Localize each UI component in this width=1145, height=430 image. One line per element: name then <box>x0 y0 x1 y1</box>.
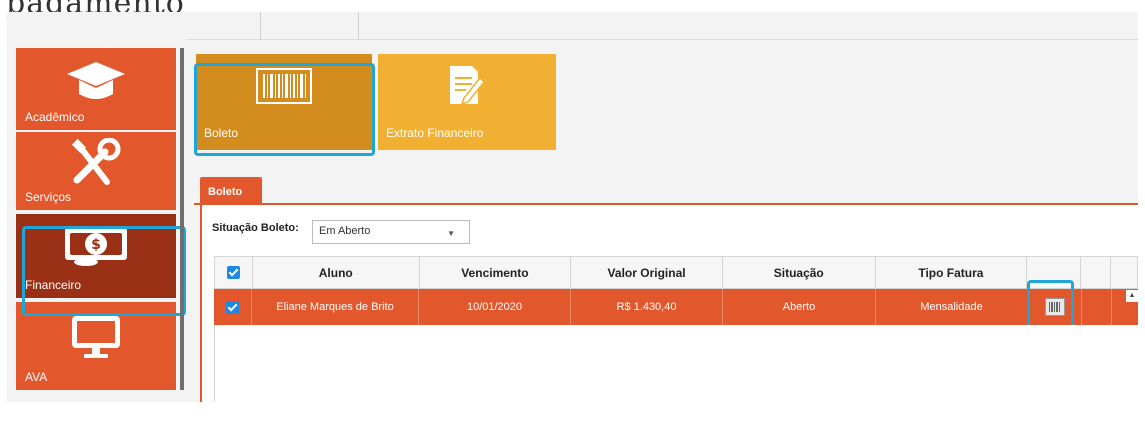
barcode-icon <box>256 68 312 104</box>
sidebar-item-label: Serviços <box>25 190 72 204</box>
screenshot-stage: pagamento Acadêmico Serviços $ Financeir… <box>0 0 1145 430</box>
column-header-valor-original[interactable]: Valor Original <box>571 257 723 288</box>
sidebar-item-label: AVA <box>25 370 48 384</box>
column-header-extra <box>1111 257 1137 288</box>
print-boleto-button[interactable] <box>1044 298 1065 316</box>
boleto-tile[interactable]: Boleto <box>196 54 372 150</box>
chevron-down-icon: ▼ <box>447 229 455 238</box>
graduation-cap-icon <box>67 62 125 99</box>
sidebar-item-academico[interactable]: Acadêmico <box>16 48 176 130</box>
sidebar-item-servicos[interactable]: Serviços <box>16 132 176 210</box>
column-header-extra <box>1081 257 1112 288</box>
sidebar-item-label: Acadêmico <box>25 110 85 124</box>
table-row[interactable]: Eliane Marques de Brito 10/01/2020 R$ 1.… <box>214 289 1138 325</box>
column-header-action <box>1027 257 1082 288</box>
sidebar-divider <box>180 48 184 390</box>
document-edit-icon <box>450 66 486 106</box>
table-empty-area <box>214 325 1138 402</box>
cell-aluno: Eliane Marques de Brito <box>252 289 419 325</box>
tab-boleto[interactable]: Boleto <box>200 177 262 204</box>
table-header: Aluno Vencimento Valor Original Situação… <box>214 256 1138 289</box>
column-header-aluno[interactable]: Aluno <box>253 257 420 288</box>
cell-vencimento: 10/01/2020 <box>419 289 571 325</box>
scroll-up-button[interactable]: ▲ <box>1126 290 1138 302</box>
select-value: Em Aberto <box>319 225 371 237</box>
sidebar-item-financeiro[interactable]: $ Financeiro <box>16 214 176 298</box>
monitor-icon <box>72 316 120 358</box>
cell-tipo-fatura: Mensalidade <box>876 289 1028 325</box>
top-toolbar-strip <box>186 12 1138 40</box>
cell-action <box>1028 289 1082 325</box>
cell-situacao: Aberto <box>723 289 876 325</box>
column-header-situacao[interactable]: Situação <box>723 257 876 288</box>
situacao-boleto-select[interactable]: Em Aberto ▼ <box>312 220 470 244</box>
money-icon: $ <box>65 228 127 266</box>
cell-extra <box>1082 289 1112 325</box>
tools-icon <box>71 138 121 185</box>
select-all-cell <box>215 257 253 288</box>
sidebar-item-ava[interactable]: AVA <box>16 302 176 390</box>
extrato-tile-label: Extrato Financeiro <box>386 126 484 140</box>
svg-text:$: $ <box>91 237 101 253</box>
sidebar: Acadêmico Serviços $ Financeiro AVA <box>16 48 176 390</box>
row-checkbox[interactable] <box>226 300 239 314</box>
extrato-financeiro-tile[interactable]: Extrato Financeiro <box>378 54 556 150</box>
boleto-tile-label: Boleto <box>204 126 239 140</box>
column-header-tipo-fatura[interactable]: Tipo Fatura <box>876 257 1028 288</box>
situacao-boleto-label: Situação Boleto: <box>212 222 299 234</box>
select-all-checkbox[interactable] <box>226 266 240 279</box>
row-checkbox-cell <box>214 289 252 325</box>
sidebar-item-label: Financeiro <box>25 278 82 292</box>
cell-valor-original: R$ 1.430,40 <box>571 289 723 325</box>
column-header-vencimento[interactable]: Vencimento <box>420 257 572 288</box>
barcode-icon <box>1048 302 1060 312</box>
